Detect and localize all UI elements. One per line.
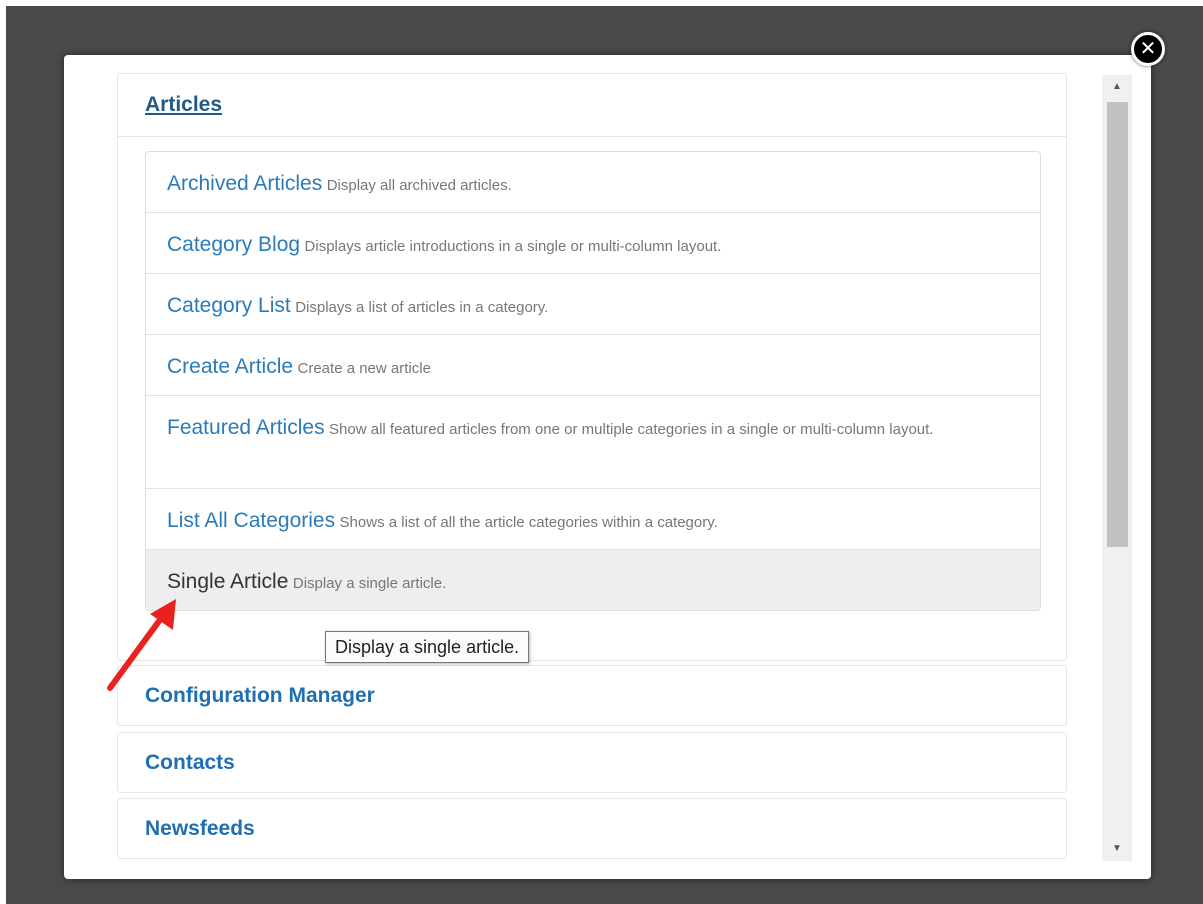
list-item-featured-articles[interactable]: Featured Articles Show all featured arti… [146, 396, 1040, 489]
item-title[interactable]: Single Article [167, 570, 288, 593]
accordion-articles: Articles Archived Articles Display all a… [117, 73, 1067, 661]
close-icon[interactable]: ✕ [1131, 32, 1165, 66]
item-description: Displays article introductions in a sing… [304, 238, 722, 255]
item-title[interactable]: Archived Articles [167, 172, 322, 195]
item-title[interactable]: List All Categories [167, 509, 335, 532]
accordion-heading-newsfeeds[interactable]: Newsfeeds [118, 799, 1066, 858]
item-description: Display all archived articles. [326, 177, 512, 194]
scroll-down-icon[interactable]: ▼ [1102, 839, 1132, 859]
item-description: Show all featured articles from one or m… [329, 421, 934, 438]
accordion-contacts: Contacts [117, 732, 1067, 793]
list-item-category-blog[interactable]: Category Blog Displays article introduct… [146, 213, 1040, 274]
item-description: Create a new article [297, 360, 431, 377]
item-title[interactable]: Create Article [167, 355, 293, 378]
vertical-scrollbar[interactable]: ▲ ▼ [1102, 75, 1132, 861]
list-item-create-article[interactable]: Create Article Create a new article [146, 335, 1040, 396]
accordion-heading-contacts[interactable]: Contacts [118, 733, 1066, 792]
list-item-list-all-categories[interactable]: List All Categories Shows a list of all … [146, 489, 1040, 550]
menu-item-type-modal: Articles Archived Articles Display all a… [64, 55, 1151, 879]
item-title[interactable]: Category Blog [167, 233, 300, 256]
accordion-heading-articles[interactable]: Articles [118, 74, 1066, 137]
item-description: Display a single article. [292, 575, 447, 592]
accordion-configuration-manager: Configuration Manager [117, 665, 1067, 726]
tooltip: Display a single article. [325, 631, 530, 663]
scrollbar-thumb[interactable] [1107, 102, 1128, 547]
item-title[interactable]: Featured Articles [167, 416, 325, 439]
list-item-category-list[interactable]: Category List Displays a list of article… [146, 274, 1040, 335]
articles-list: Archived Articles Display all archived a… [145, 151, 1041, 611]
annotation-arrow-icon [107, 599, 176, 691]
item-description: Shows a list of all the article categori… [339, 514, 718, 531]
item-title[interactable]: Category List [167, 294, 291, 317]
list-item-archived-articles[interactable]: Archived Articles Display all archived a… [146, 152, 1040, 213]
scroll-up-icon[interactable]: ▲ [1102, 77, 1132, 97]
accordion-newsfeeds: Newsfeeds [117, 798, 1067, 859]
list-item-single-article[interactable]: Single Article Display a single article. [146, 550, 1040, 610]
accordion-heading-configuration-manager[interactable]: Configuration Manager [118, 666, 1066, 725]
item-description: Displays a list of articles in a categor… [295, 299, 549, 316]
